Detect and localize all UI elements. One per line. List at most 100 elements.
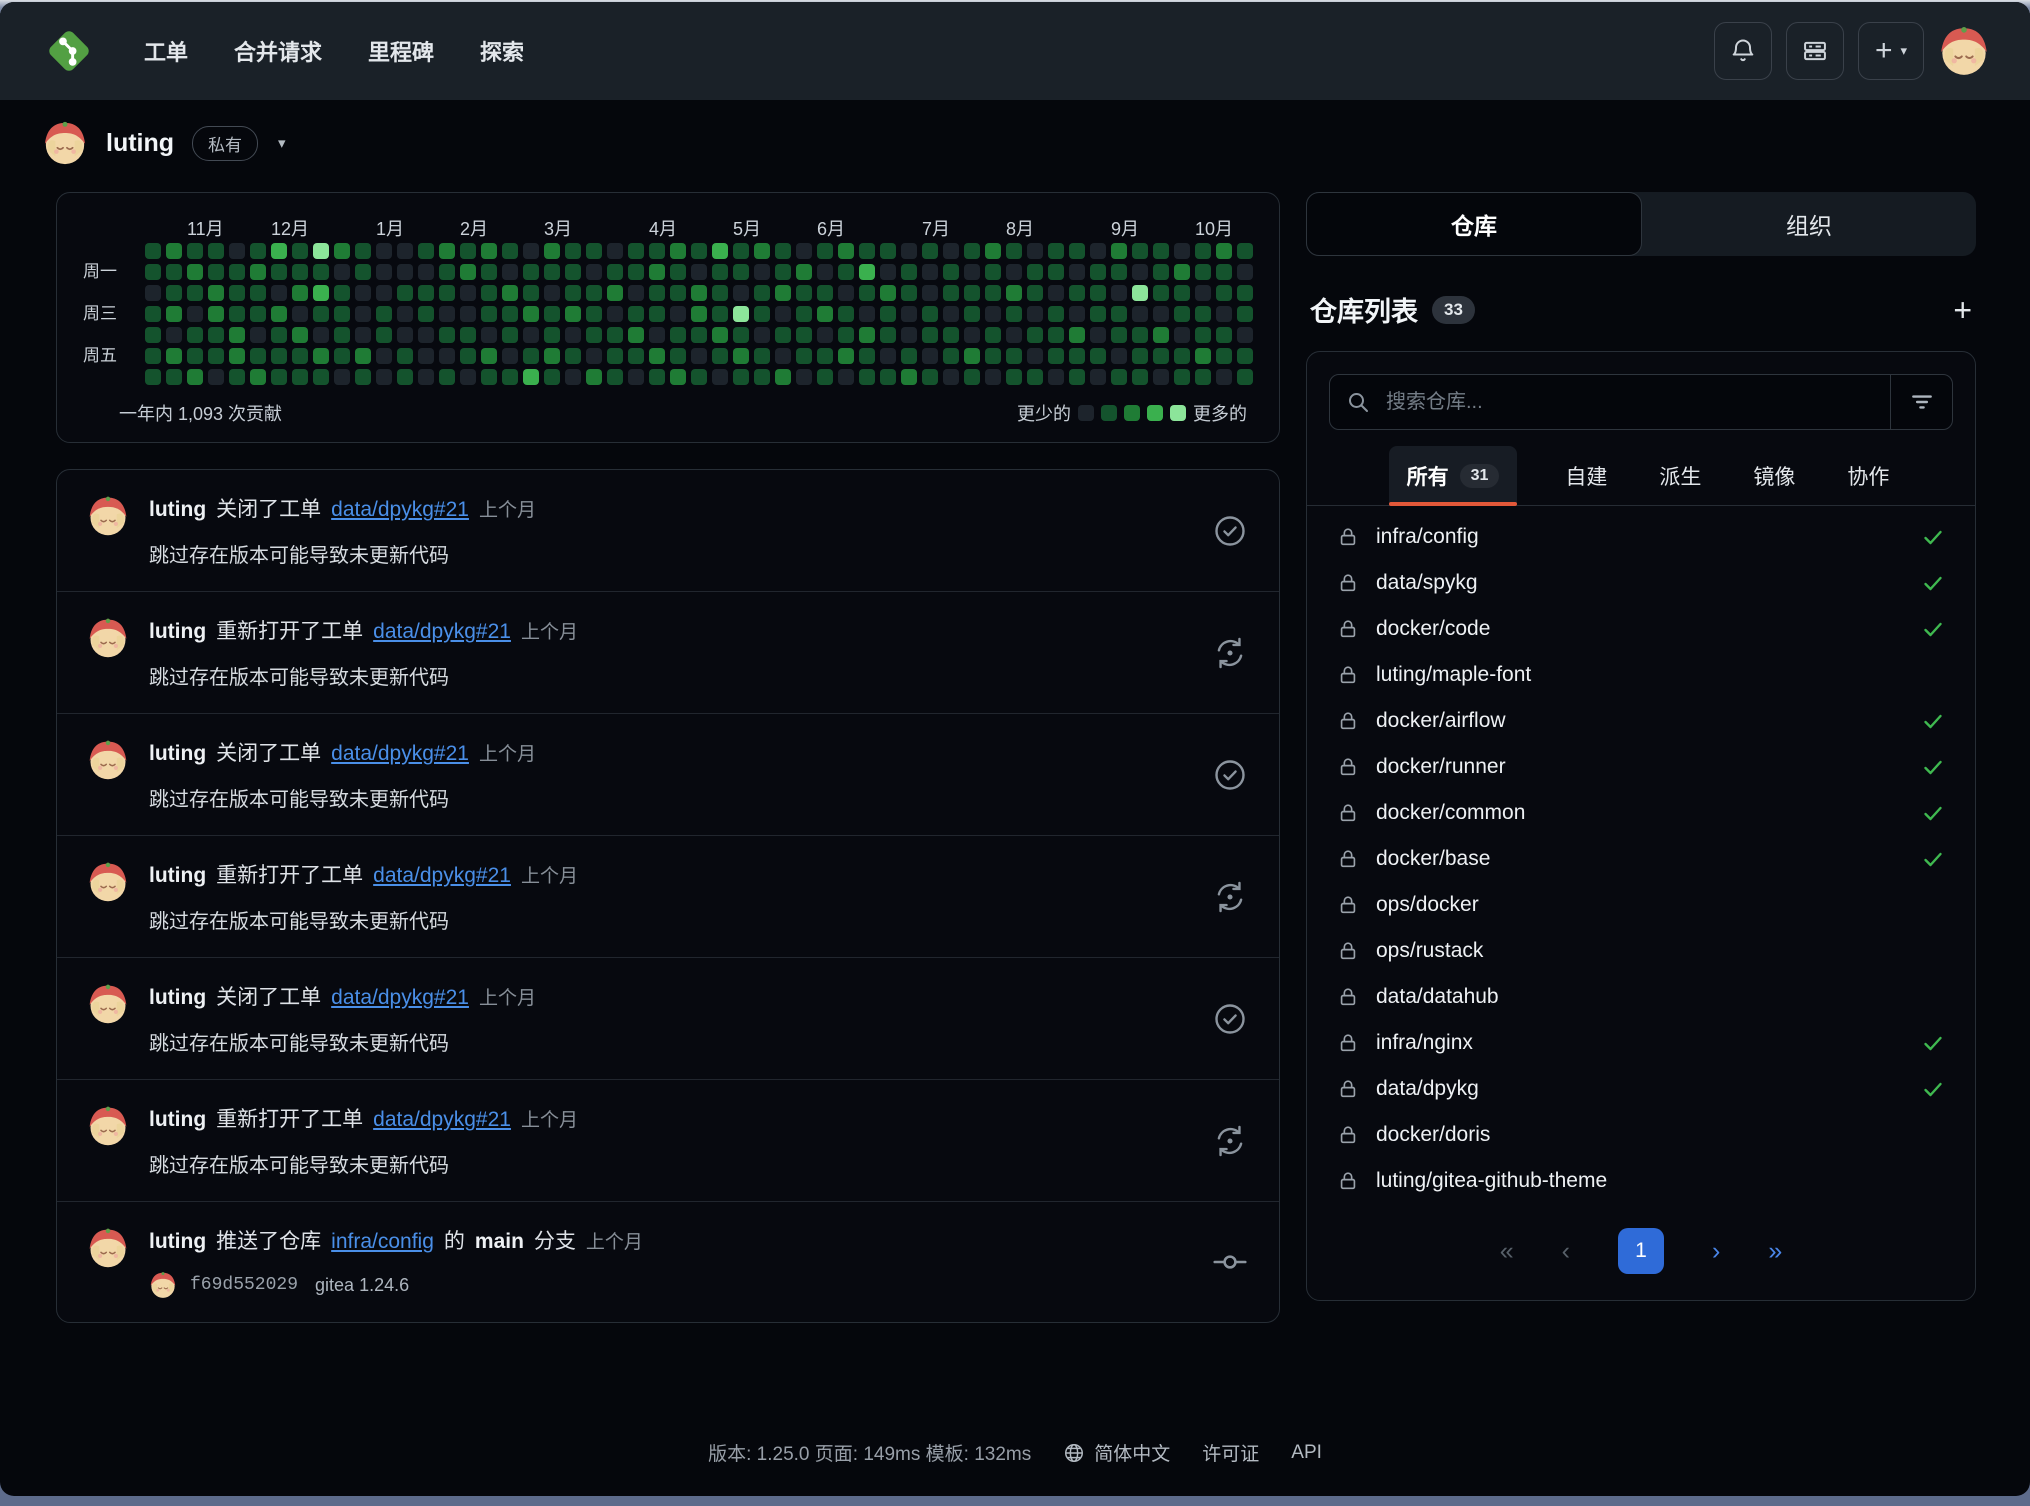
contribution-cell bbox=[376, 243, 392, 259]
actor-avatar[interactable] bbox=[87, 1227, 129, 1269]
contribution-cell bbox=[586, 369, 602, 385]
contribution-cell bbox=[817, 243, 833, 259]
footer-language-link[interactable]: 简体中文 bbox=[1063, 1439, 1170, 1466]
actor-avatar[interactable] bbox=[87, 983, 129, 1025]
feed-target-link[interactable]: data/dpykg#21 bbox=[331, 986, 469, 1010]
admin-panel-button[interactable] bbox=[1786, 22, 1844, 80]
filter-mirrors[interactable]: 镜像 bbox=[1749, 446, 1799, 505]
repo-row[interactable]: data/datahub bbox=[1307, 974, 1975, 1020]
success-check-icon bbox=[1921, 847, 1945, 871]
repo-link[interactable]: ops/docker bbox=[1376, 893, 1479, 917]
repo-link[interactable]: luting/maple-font bbox=[1376, 663, 1531, 687]
feed-user-link[interactable]: luting bbox=[149, 986, 206, 1010]
actor-avatar[interactable] bbox=[87, 617, 129, 659]
feed-action-text: 关闭了工单 bbox=[216, 737, 321, 767]
repo-link[interactable]: infra/config bbox=[1376, 525, 1479, 549]
feed-target-link[interactable]: infra/config bbox=[331, 1230, 434, 1254]
repo-row[interactable]: ops/rustack bbox=[1307, 928, 1975, 974]
contribution-cell bbox=[439, 243, 455, 259]
repo-link[interactable]: ops/rustack bbox=[1376, 939, 1483, 963]
profile-dropdown-caret-icon[interactable]: ▾ bbox=[278, 134, 286, 152]
repo-link[interactable]: data/dpykg bbox=[1376, 1077, 1479, 1101]
repo-link[interactable]: luting/gitea-github-theme bbox=[1376, 1169, 1607, 1193]
page-current-button[interactable]: 1 bbox=[1618, 1228, 1664, 1274]
repo-link[interactable]: docker/doris bbox=[1376, 1123, 1490, 1147]
contribution-cell bbox=[964, 285, 980, 301]
page-prev-button[interactable]: ‹ bbox=[1562, 1237, 1570, 1266]
commit-sha-link[interactable]: f69d552029 bbox=[190, 1275, 298, 1295]
repo-link[interactable]: docker/base bbox=[1376, 847, 1490, 871]
repo-row[interactable]: data/spykg bbox=[1307, 560, 1975, 606]
feed-user-link[interactable]: luting bbox=[149, 1230, 206, 1254]
repo-row[interactable]: docker/runner bbox=[1307, 744, 1975, 790]
create-new-button[interactable]: + ▾ bbox=[1858, 22, 1924, 80]
repo-filter-button[interactable] bbox=[1890, 375, 1952, 429]
new-repo-button[interactable]: + bbox=[1953, 294, 1972, 326]
footer-api-link[interactable]: API bbox=[1291, 1439, 1322, 1466]
gitea-logo-icon[interactable] bbox=[40, 22, 98, 80]
contribution-cell bbox=[1216, 264, 1232, 280]
contribution-cell bbox=[796, 306, 812, 322]
actor-avatar[interactable] bbox=[87, 739, 129, 781]
nav-milestones[interactable]: 里程碑 bbox=[368, 35, 434, 67]
contribution-cell bbox=[565, 348, 581, 364]
tab-repositories[interactable]: 仓库 bbox=[1306, 192, 1642, 256]
contribution-cell bbox=[712, 264, 728, 280]
repo-link[interactable]: docker/runner bbox=[1376, 755, 1506, 779]
repo-row[interactable]: infra/nginx bbox=[1307, 1020, 1975, 1066]
repo-link[interactable]: docker/common bbox=[1376, 801, 1525, 825]
nav-pull-requests[interactable]: 合并请求 bbox=[234, 35, 322, 67]
filter-forks[interactable]: 派生 bbox=[1655, 446, 1705, 505]
notifications-button[interactable] bbox=[1714, 22, 1772, 80]
feed-user-link[interactable]: luting bbox=[149, 620, 206, 644]
filter-source[interactable]: 自建 bbox=[1561, 446, 1611, 505]
repo-link[interactable]: data/spykg bbox=[1376, 571, 1478, 595]
contribution-cell bbox=[397, 327, 413, 343]
repo-row[interactable]: docker/base bbox=[1307, 836, 1975, 882]
feed-user-link[interactable]: luting bbox=[149, 742, 206, 766]
profile-avatar[interactable] bbox=[42, 120, 88, 166]
nav-issues[interactable]: 工单 bbox=[144, 35, 188, 67]
repo-link[interactable]: docker/code bbox=[1376, 617, 1490, 641]
repo-link[interactable]: docker/airflow bbox=[1376, 709, 1506, 733]
repo-search-input[interactable] bbox=[1386, 391, 1890, 414]
feed-target-link[interactable]: data/dpykg#21 bbox=[331, 742, 469, 766]
repo-row[interactable]: luting/gitea-github-theme bbox=[1307, 1158, 1975, 1204]
feed-target-link[interactable]: data/dpykg#21 bbox=[373, 620, 511, 644]
heatmap-month-row: 11月12月1月2月3月4月5月6月7月8月9月10月 bbox=[145, 215, 1253, 243]
footer-license-link[interactable]: 许可证 bbox=[1202, 1439, 1259, 1466]
feed-user-link[interactable]: luting bbox=[149, 1108, 206, 1132]
feed-user-link[interactable]: luting bbox=[149, 864, 206, 888]
committer-avatar[interactable] bbox=[149, 1271, 177, 1299]
server-icon bbox=[1801, 37, 1829, 65]
page-last-button[interactable]: » bbox=[1768, 1237, 1782, 1266]
repo-row[interactable]: docker/common bbox=[1307, 790, 1975, 836]
feed-user-link[interactable]: luting bbox=[149, 498, 206, 522]
repo-link[interactable]: infra/nginx bbox=[1376, 1031, 1473, 1055]
feed-target-link[interactable]: data/dpykg#21 bbox=[331, 498, 469, 522]
search-icon bbox=[1330, 390, 1386, 414]
contribution-cell bbox=[775, 264, 791, 280]
feed-target-link[interactable]: data/dpykg#21 bbox=[373, 864, 511, 888]
tab-organizations[interactable]: 组织 bbox=[1642, 192, 1976, 256]
actor-avatar[interactable] bbox=[87, 1105, 129, 1147]
feed-target-link[interactable]: data/dpykg#21 bbox=[373, 1108, 511, 1132]
page-first-button[interactable]: « bbox=[1500, 1237, 1514, 1266]
repo-row[interactable]: docker/code bbox=[1307, 606, 1975, 652]
repo-row[interactable]: docker/doris bbox=[1307, 1112, 1975, 1158]
actor-avatar[interactable] bbox=[87, 861, 129, 903]
contribution-cell bbox=[481, 243, 497, 259]
page-next-button[interactable]: › bbox=[1712, 1237, 1720, 1266]
repo-row[interactable]: infra/config bbox=[1307, 514, 1975, 560]
repo-row[interactable]: data/dpykg bbox=[1307, 1066, 1975, 1112]
repo-row[interactable]: ops/docker bbox=[1307, 882, 1975, 928]
feed-timestamp: 上个月 bbox=[479, 983, 536, 1010]
user-avatar[interactable] bbox=[1938, 25, 1990, 77]
filter-collaborative[interactable]: 协作 bbox=[1843, 446, 1893, 505]
nav-explore[interactable]: 探索 bbox=[480, 35, 524, 67]
actor-avatar[interactable] bbox=[87, 495, 129, 537]
repo-row[interactable]: luting/maple-font bbox=[1307, 652, 1975, 698]
repo-row[interactable]: docker/airflow bbox=[1307, 698, 1975, 744]
filter-all[interactable]: 所有31 bbox=[1389, 446, 1518, 505]
repo-link[interactable]: data/datahub bbox=[1376, 985, 1499, 1009]
